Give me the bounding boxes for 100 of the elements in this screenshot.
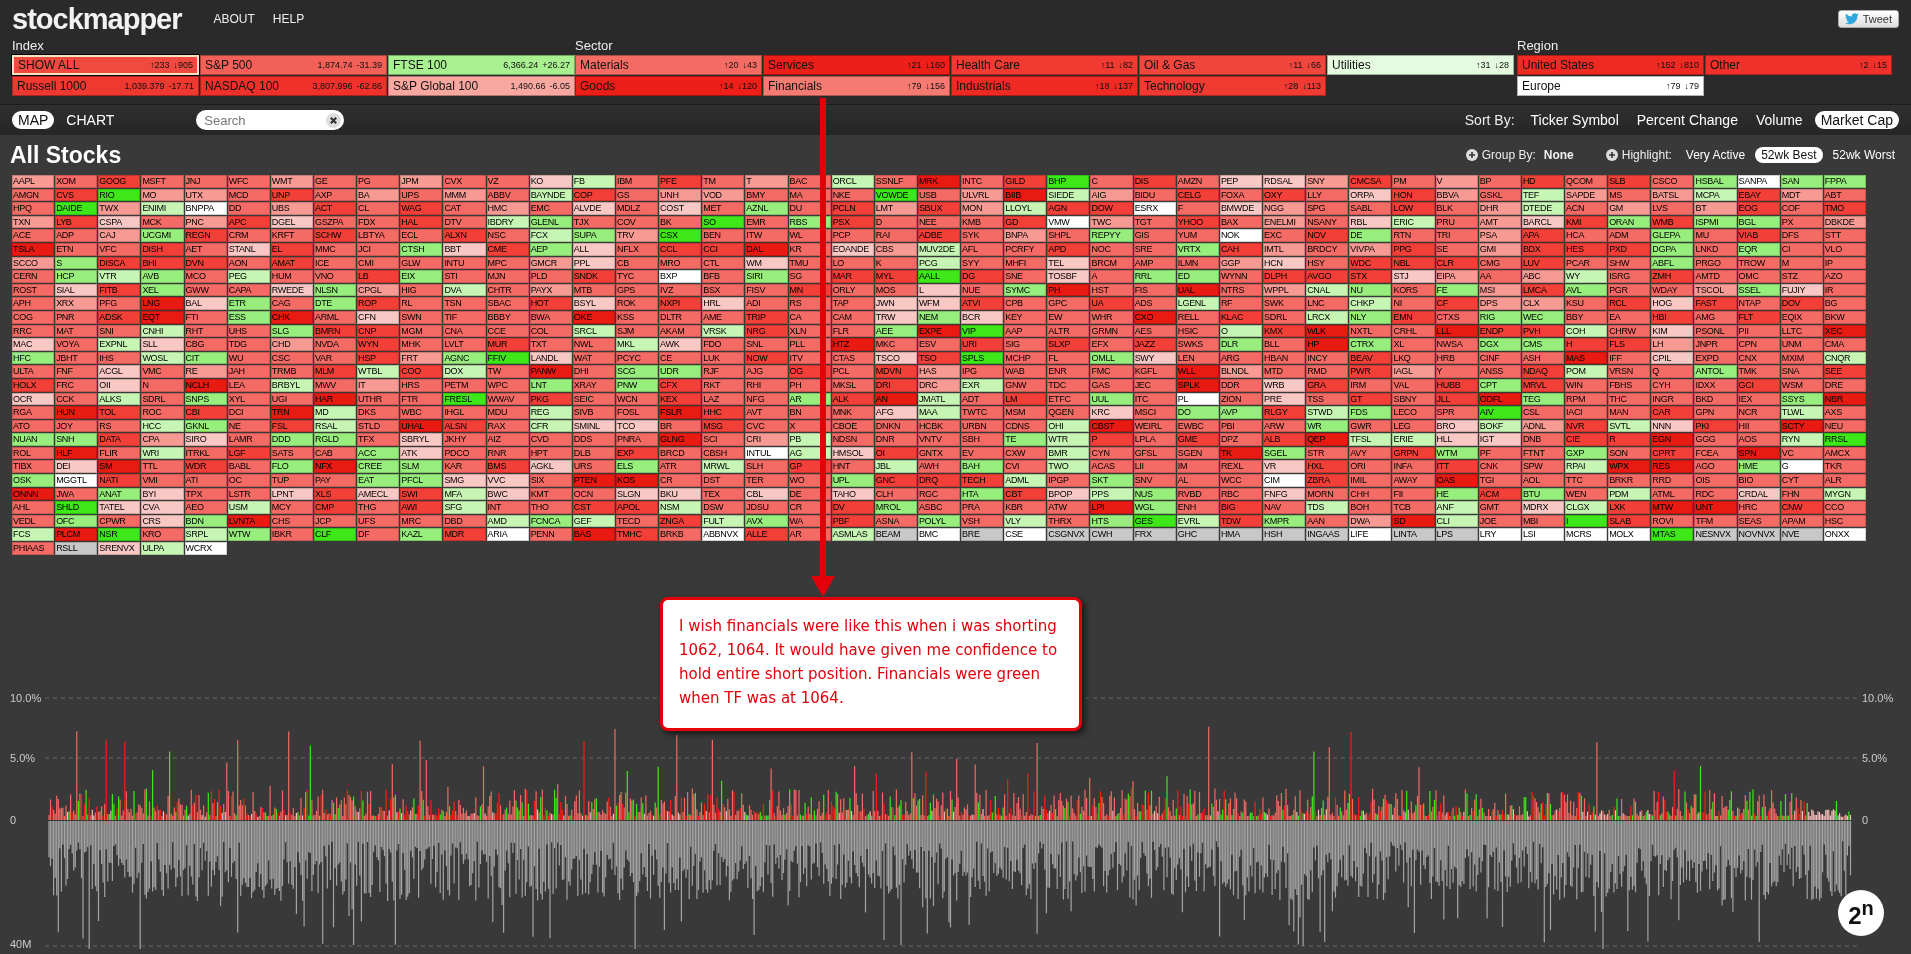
stock-tile[interactable]: NBL <box>1392 256 1435 270</box>
stock-tile[interactable]: WLK <box>1306 324 1349 338</box>
stock-tile[interactable]: NATI <box>98 474 141 487</box>
stock-tile[interactable]: CLX <box>1521 297 1564 310</box>
stock-tile[interactable]: CAJ <box>98 229 141 242</box>
stock-tile[interactable]: JPM <box>400 175 443 188</box>
stock-tile[interactable]: SYY <box>961 256 1004 270</box>
stock-tile[interactable]: SRPL <box>184 528 227 542</box>
stock-tile[interactable]: FBHS <box>1608 378 1651 392</box>
stock-tile[interactable]: LXK <box>1608 501 1651 514</box>
stock-tile[interactable]: WPPL <box>1263 283 1306 297</box>
stock-tile[interactable]: CPGL <box>357 283 400 297</box>
stock-tile[interactable]: FOXA <box>1219 188 1263 202</box>
stock-tile[interactable]: CLF <box>313 528 357 542</box>
stock-tile[interactable]: WLL <box>1176 365 1219 378</box>
stock-tile[interactable]: ENELMI <box>1263 215 1306 229</box>
stock-tile[interactable]: ANTOL <box>1694 365 1737 378</box>
stock-tile[interactable]: CBI <box>184 406 227 419</box>
stock-tile[interactable]: MCY <box>270 501 313 514</box>
stock-tile[interactable]: JWN <box>874 297 917 310</box>
stock-tile[interactable]: AME <box>702 310 745 324</box>
stock-tile[interactable]: AVX <box>745 514 788 528</box>
stock-tile[interactable]: TDG <box>227 338 270 351</box>
stock-tile[interactable]: TFSL <box>1349 433 1392 446</box>
stock-tile[interactable]: TRIP <box>745 310 788 324</box>
stock-tile[interactable]: SNV <box>1133 474 1176 487</box>
stock-tile[interactable]: ROP <box>357 297 400 310</box>
stock-tile[interactable]: AWI <box>400 501 443 514</box>
stock-tile[interactable]: PPG <box>1392 242 1435 256</box>
stock-tile[interactable]: DAL <box>745 242 788 256</box>
stock-tile[interactable]: COST <box>659 202 702 215</box>
stock-tile[interactable]: SYK <box>961 229 1004 242</box>
stock-tile[interactable]: VRSN <box>1608 365 1651 378</box>
stock-tile[interactable]: HAL <box>400 215 443 229</box>
stock-tile[interactable]: P <box>1090 433 1133 446</box>
stock-tile[interactable]: CBSH <box>702 446 745 460</box>
stock-tile[interactable]: VOYA <box>55 338 98 351</box>
stock-tile[interactable]: RYN <box>1780 433 1823 446</box>
stock-tile[interactable]: SPLK <box>1176 378 1219 392</box>
stock-tile[interactable]: GWR <box>1349 419 1392 433</box>
stock-tile[interactable]: CHKP <box>1349 297 1392 310</box>
stock-tile[interactable]: TECD <box>615 514 659 528</box>
stock-tile[interactable]: ADT <box>961 392 1004 406</box>
stock-tile[interactable]: UCGMI <box>141 229 184 242</box>
stock-tile[interactable]: OI <box>874 446 917 460</box>
stock-tile[interactable]: GM <box>1608 202 1651 215</box>
filter-tile[interactable]: Services ↑21 ↓160 <box>763 55 950 75</box>
stock-tile[interactable]: CHD <box>270 338 313 351</box>
stock-tile[interactable]: VZ <box>486 175 529 188</box>
stock-tile[interactable]: SANPA <box>1737 175 1780 188</box>
stock-tile[interactable]: DOX <box>443 365 486 378</box>
stock-tile[interactable]: KLAC <box>1219 310 1263 324</box>
stock-tile[interactable]: GMI <box>1478 242 1521 256</box>
stock-tile[interactable]: AJG <box>745 365 788 378</box>
stock-tile[interactable]: MSFT <box>141 175 184 188</box>
stock-tile[interactable]: PANW <box>529 365 572 378</box>
stock-tile[interactable]: HLF <box>55 446 98 460</box>
stock-tile[interactable]: LO <box>831 256 874 270</box>
stock-tile[interactable]: AVGO <box>1306 270 1349 283</box>
stock-tile[interactable]: ALR <box>1823 474 1866 487</box>
highlight-option[interactable]: Very Active <box>1679 147 1752 163</box>
stock-tile[interactable]: WDAY <box>1651 283 1694 297</box>
stock-tile[interactable]: AVB <box>141 270 184 283</box>
stock-tile[interactable]: HAS <box>917 365 961 378</box>
stock-tile[interactable]: I <box>1565 514 1608 528</box>
stock-tile[interactable]: BNPPA <box>184 202 227 215</box>
stock-tile[interactable]: WY <box>1565 270 1608 283</box>
stock-tile[interactable]: HUN <box>55 406 98 419</box>
stock-tile[interactable]: UBS <box>270 202 313 215</box>
stock-tile[interactable]: MON <box>961 202 1004 215</box>
stock-tile[interactable]: ATI <box>184 474 227 487</box>
stock-tile[interactable]: BRO <box>1435 419 1478 433</box>
stock-tile[interactable]: ALXN <box>443 229 486 242</box>
stock-tile[interactable]: MCD <box>227 188 270 202</box>
stock-tile[interactable]: KBR <box>1004 501 1047 514</box>
stock-tile[interactable]: SJM <box>615 324 659 338</box>
stock-tile[interactable]: MAR <box>831 270 874 283</box>
stock-tile[interactable]: OXY <box>1263 188 1306 202</box>
stock-tile[interactable]: MCPA <box>1694 188 1737 202</box>
stock-tile[interactable]: SRE <box>1133 242 1176 256</box>
stock-tile[interactable]: NXPI <box>659 297 702 310</box>
stock-tile[interactable]: DRE <box>1823 378 1866 392</box>
stock-tile[interactable]: DOW <box>1090 202 1133 215</box>
stock-tile[interactable]: ACC <box>357 446 400 460</box>
stock-tile[interactable]: DTE <box>313 297 357 310</box>
stock-tile[interactable]: MNK <box>831 406 874 419</box>
stock-tile[interactable]: DGEL <box>270 215 313 229</box>
stock-tile[interactable]: PH <box>1047 283 1090 297</box>
stock-tile[interactable]: RBC <box>1219 487 1263 501</box>
stock-tile[interactable]: IM <box>1176 460 1219 474</box>
stock-tile[interactable]: PCLN <box>831 202 874 215</box>
stock-tile[interactable]: APA <box>1521 229 1564 242</box>
stock-tile[interactable]: SIX <box>529 474 572 487</box>
stock-tile[interactable]: RRC <box>12 324 55 338</box>
stock-tile[interactable]: SNA <box>1780 365 1823 378</box>
stock-tile[interactable]: SHW <box>1608 256 1651 270</box>
stock-tile[interactable]: KSS <box>615 310 659 324</box>
stock-tile[interactable]: D <box>874 215 917 229</box>
stock-tile[interactable]: STZ <box>1780 270 1823 283</box>
stock-tile[interactable]: IFF <box>1608 351 1651 365</box>
